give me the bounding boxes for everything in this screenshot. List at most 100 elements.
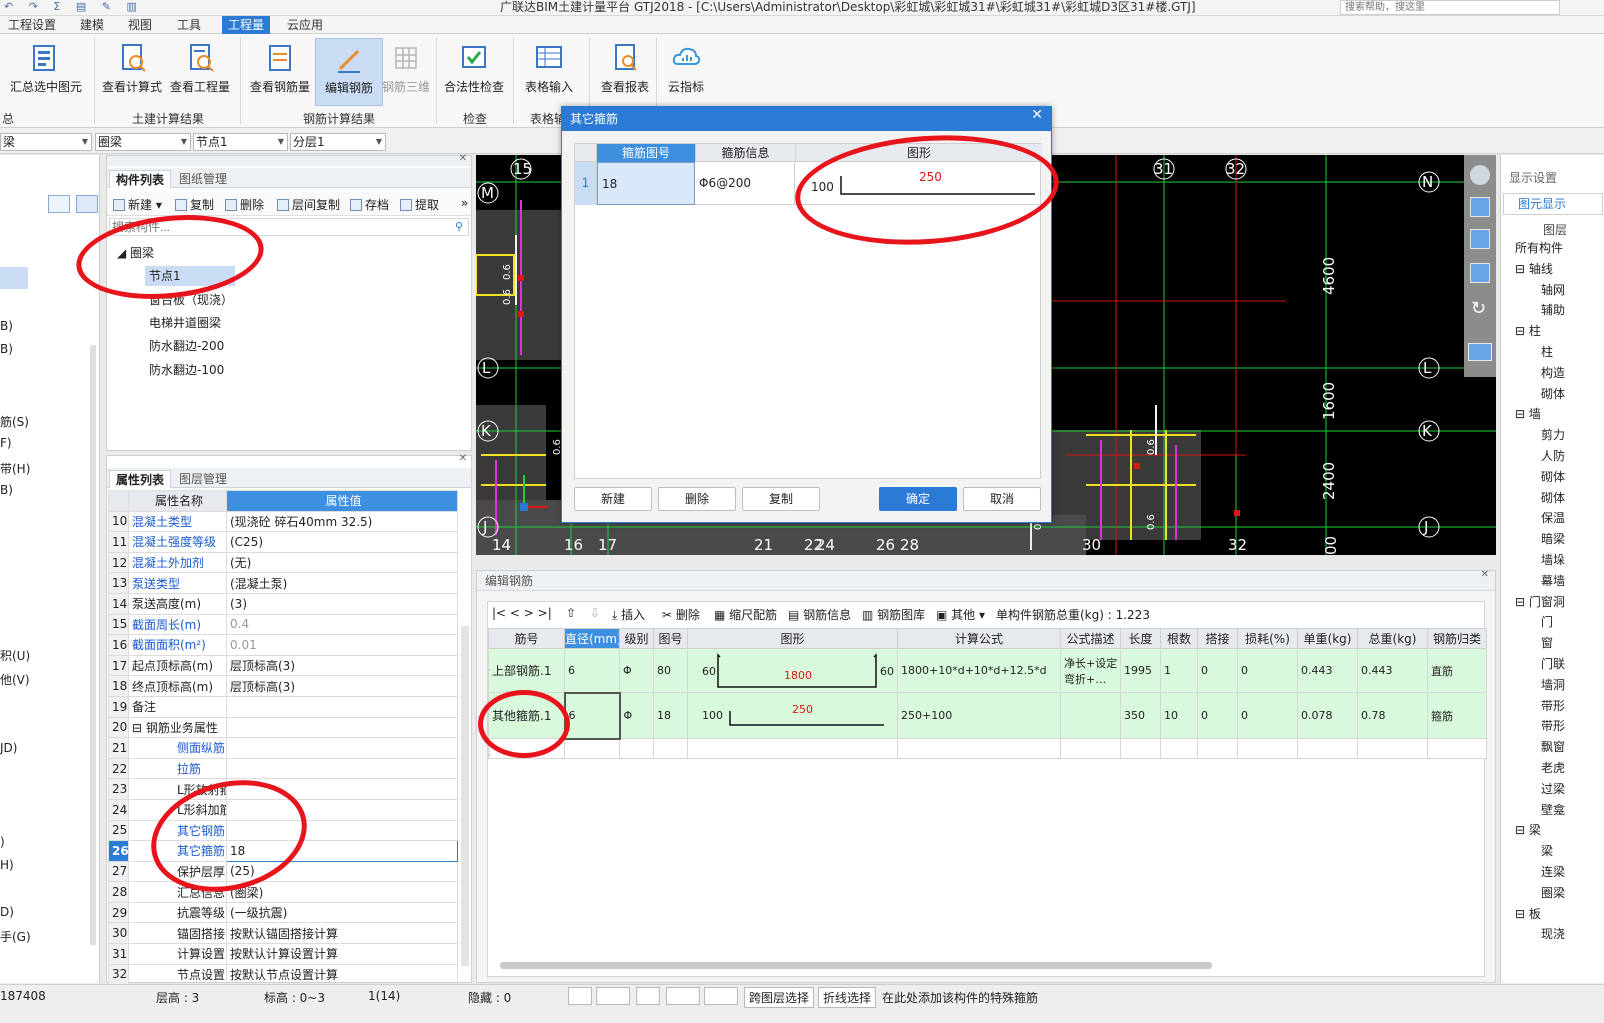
cell-grade[interactable] — [619, 738, 654, 759]
selected-nav-item[interactable] — [0, 267, 28, 289]
cell-unit[interactable]: 0.078 — [1297, 692, 1358, 739]
nav-item[interactable]: 筋(S) — [0, 413, 29, 430]
tree-node[interactable]: 防水翻边-200 — [149, 337, 224, 354]
cube-front-icon[interactable] — [1470, 229, 1490, 249]
layer-item[interactable]: 窗 — [1541, 634, 1553, 651]
cell-cls[interactable] — [1427, 738, 1487, 759]
property-row[interactable]: 12 混凝土外加剂 (无) — [108, 551, 458, 574]
rebar-3d-button[interactable]: 钢筋三维 — [372, 38, 440, 106]
table-row[interactable]: 3 — [488, 738, 1487, 759]
table-row[interactable]: 2其他箍筋.16Φ18100250250+10035010000.0780.78… — [488, 691, 1487, 740]
cross-icon[interactable] — [636, 987, 660, 1005]
menu-cloud[interactable]: 云应用 — [281, 16, 329, 34]
layer-item[interactable]: 人防 — [1541, 447, 1565, 464]
menu-modeling[interactable]: 建模 — [74, 16, 110, 34]
cell-total[interactable] — [1357, 738, 1428, 759]
other-button[interactable]: ▣ 其他 ▾ — [936, 606, 985, 623]
property-row[interactable]: 10 混凝土类型 (现浇砼 碎石40mm 32.5) — [108, 510, 458, 533]
layer-item[interactable]: 墙洞 — [1541, 676, 1565, 693]
new-button[interactable]: 新建 ▾ — [113, 196, 162, 213]
cell-formula[interactable]: 250+100 — [897, 692, 1061, 739]
layer-item[interactable]: 构造 — [1541, 364, 1565, 381]
property-value[interactable]: 按默认计算设置计算 — [226, 943, 458, 965]
search-icon[interactable]: ⚲ — [455, 220, 463, 233]
cell-desc[interactable]: 净长+设定弯折+… — [1060, 648, 1121, 693]
cell-grade[interactable]: Φ — [619, 692, 654, 739]
help-search-input[interactable] — [1340, 0, 1560, 15]
layer-item[interactable]: 飘窗 — [1541, 738, 1565, 755]
layer-item[interactable]: 砌体 — [1541, 468, 1565, 485]
property-value[interactable]: (圈梁) — [226, 881, 458, 903]
property-row[interactable]: 15 截面周长(m) 0.4 — [108, 613, 458, 636]
layer-group[interactable]: ⊟ 柱 — [1515, 322, 1541, 339]
nav-item[interactable]: B) — [0, 319, 13, 333]
close-icon[interactable]: ✕ — [459, 153, 467, 164]
floor-copy-button[interactable]: 层间复制 — [277, 196, 340, 213]
angle-icon[interactable] — [666, 987, 700, 1005]
nav-item[interactable]: 他(V) — [0, 671, 30, 688]
scrollbar[interactable] — [90, 345, 96, 945]
view-formula-button[interactable]: 查看计算式 — [98, 38, 166, 106]
close-icon[interactable]: ✕ — [459, 453, 467, 464]
tree-node[interactable]: 电梯井道圈梁 — [149, 314, 221, 331]
tab-element-display[interactable]: 图元显示 — [1503, 193, 1603, 215]
layer-item[interactable]: 暗梁 — [1541, 530, 1565, 547]
view-quantity-button[interactable]: 查看工程量 — [166, 38, 234, 106]
cell-count[interactable] — [1160, 738, 1198, 759]
property-value[interactable] — [226, 716, 458, 739]
cell-len[interactable]: 1995 — [1120, 648, 1161, 693]
rotate-icon[interactable]: ↻ — [1471, 298, 1486, 319]
nav-item[interactable]: ) — [0, 835, 5, 849]
copy-button[interactable]: 复制 — [175, 196, 214, 213]
layer-item[interactable]: 门 — [1541, 613, 1553, 630]
layer-item[interactable]: 带形 — [1541, 717, 1565, 734]
scale-rebar-button[interactable]: ▦ 缩尺配筋 — [714, 606, 777, 623]
cube-top-icon[interactable] — [1470, 263, 1490, 283]
move-up-icon[interactable]: ⇧ — [566, 606, 576, 620]
property-row[interactable]: 20 ⊟ 钢筋业务属性 — [108, 716, 458, 739]
nav-item[interactable]: F) — [0, 436, 12, 450]
quick-access-toolbar[interactable]: ↶ ↷ Σ ▤ ✎ ▥ — [4, 0, 143, 13]
tab-drawing-management[interactable]: 图纸管理 — [173, 170, 233, 188]
layer-group[interactable]: ⊟ 板 — [1515, 905, 1541, 922]
property-value[interactable] — [226, 757, 458, 780]
cell-loss[interactable]: 0 — [1237, 648, 1298, 693]
snap-icon[interactable] — [568, 987, 592, 1005]
property-row[interactable]: 11 混凝土强度等级 (C25) — [108, 531, 458, 553]
layer-group[interactable]: 所有构件 — [1515, 239, 1563, 256]
property-row[interactable]: 21侧面纵筋(... — [108, 737, 458, 759]
nav-item[interactable]: H) — [0, 858, 14, 872]
layer-item[interactable]: 幕墙 — [1541, 572, 1565, 589]
layer-item[interactable]: 梁 — [1541, 842, 1553, 859]
property-value[interactable]: 0.01 — [226, 634, 458, 656]
cell-dia[interactable] — [564, 738, 620, 759]
property-value[interactable]: 0.4 — [226, 613, 458, 636]
layer-group[interactable]: ⊟ 墙 — [1515, 405, 1541, 422]
cross-layer-select-button[interactable]: 跨图层选择 — [744, 987, 815, 1008]
menu-project-settings[interactable]: 工程设置 — [2, 16, 62, 34]
tab-component-list[interactable]: 构件列表 — [109, 170, 172, 188]
property-value[interactable]: (现浇砼 碎石40mm 32.5) — [226, 510, 458, 533]
layer-item[interactable]: 砌体 — [1541, 489, 1565, 506]
rebar-library-button[interactable]: ▥ 钢筋图库 — [862, 606, 925, 623]
scrollbar[interactable] — [461, 626, 469, 966]
cell-unit[interactable]: 0.443 — [1297, 648, 1358, 693]
cell-count[interactable]: 1 — [1160, 648, 1198, 693]
layer-group[interactable]: ⊟ 梁 — [1515, 821, 1541, 838]
property-row[interactable]: 28 汇总信息 (圈梁) — [108, 881, 458, 903]
layer-item[interactable]: 带形 — [1541, 697, 1565, 714]
insert-button[interactable]: ⤓ 插入 — [612, 606, 645, 623]
shape-cell[interactable]: 100 250 — [687, 692, 898, 739]
extract-button[interactable]: 提取 — [400, 196, 439, 213]
layer-item[interactable]: 墙垛 — [1541, 551, 1565, 568]
delete-button[interactable]: 删除 — [225, 196, 264, 213]
layout-icon[interactable] — [1468, 343, 1492, 361]
layer-item[interactable]: 轴网 — [1541, 281, 1565, 298]
nav-item[interactable]: 带(H) — [0, 460, 30, 477]
cell-unit[interactable] — [1297, 738, 1358, 759]
cell-total[interactable]: 0.443 — [1357, 648, 1428, 693]
cell-cls[interactable]: 箍筋 — [1427, 692, 1487, 739]
layer-item[interactable]: 圈梁 — [1541, 884, 1565, 901]
cell-formula[interactable] — [897, 738, 1061, 759]
grid-view-icon[interactable] — [76, 195, 98, 213]
